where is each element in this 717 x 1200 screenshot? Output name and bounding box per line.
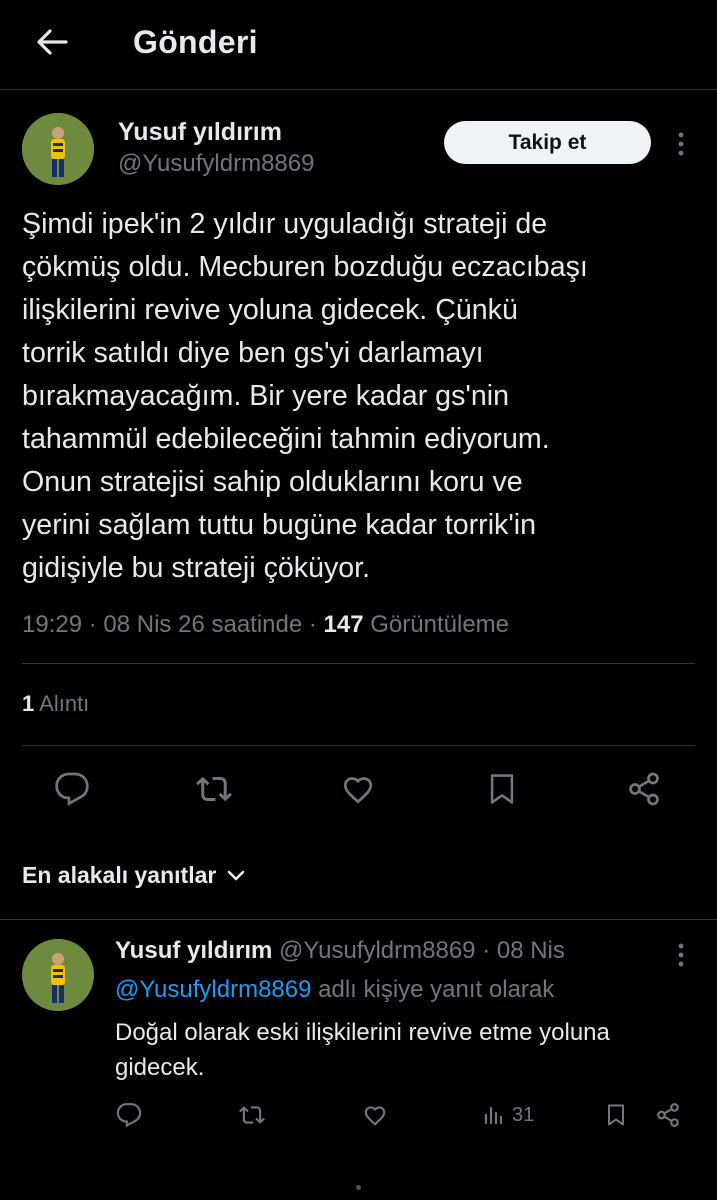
- retweet-icon: [196, 776, 232, 802]
- divider: [22, 663, 695, 664]
- reply-icon: [116, 1103, 142, 1128]
- reply-retweet-button[interactable]: [238, 1102, 266, 1128]
- scroll-indicator: [356, 1185, 361, 1190]
- divider: [0, 919, 717, 920]
- share-icon: [657, 1103, 679, 1127]
- more-vertical-icon: [678, 132, 684, 156]
- sort-label: En alakalı yanıtlar: [22, 862, 217, 888]
- like-button[interactable]: [336, 767, 380, 811]
- reply-more-options-button[interactable]: [666, 940, 696, 970]
- replies-sort-dropdown[interactable]: En alakalı yanıtlar: [22, 862, 246, 889]
- retweet-button[interactable]: [192, 767, 236, 811]
- quotes-label: Alıntı: [39, 691, 90, 716]
- views-count: 147: [323, 611, 364, 638]
- tweet-text: Şimdi ipek'in 2 yıldır uyguladığı strate…: [22, 208, 588, 584]
- author-name[interactable]: Yusuf yıldırım: [118, 118, 282, 147]
- reply-views-button[interactable]: 31: [482, 1103, 534, 1127]
- reply-bookmark-button[interactable]: [604, 1102, 628, 1128]
- reply-views-count: 31: [512, 1103, 535, 1126]
- like-icon: [343, 777, 373, 804]
- author-avatar[interactable]: [22, 113, 94, 185]
- bookmark-button[interactable]: [480, 767, 524, 811]
- reply-button[interactable]: [50, 767, 94, 811]
- meta-separator: ·: [88, 611, 104, 638]
- tweet-time[interactable]: 19:29: [22, 611, 82, 638]
- avatar-image: [22, 939, 94, 1011]
- like-icon: [364, 1106, 386, 1126]
- reply-share-button[interactable]: [655, 1102, 681, 1128]
- reply-like-button[interactable]: [361, 1102, 389, 1128]
- replying-to-mention[interactable]: @Yusufyldrm8869: [115, 976, 311, 1003]
- page-title: Gönderi: [133, 24, 258, 60]
- reply-date[interactable]: 08 Nis: [497, 937, 565, 964]
- reply-icon: [55, 772, 89, 806]
- analytics-icon: [484, 1106, 503, 1125]
- back-button[interactable]: [32, 22, 72, 62]
- divider: [22, 745, 695, 746]
- replying-to-suffix: adlı kişiye yanıt olarak: [318, 976, 555, 1003]
- tweet-meta: 19:29 · 08 Nis 26 saatinde · 147 Görüntü…: [22, 611, 509, 639]
- quotes-count: 1: [22, 691, 35, 716]
- arrow-left-icon: [37, 29, 68, 55]
- reply-author-avatar[interactable]: [22, 939, 94, 1011]
- reply-author-handle[interactable]: @Yusufyldrm8869: [279, 937, 475, 964]
- share-button[interactable]: [622, 767, 666, 811]
- reply-reply-button[interactable]: [116, 1102, 142, 1128]
- meta-separator: ·: [308, 611, 324, 638]
- chevron-down-icon: [228, 870, 245, 880]
- replying-to: @Yusufyldrm8869 adlı kişiye yanıt olarak: [115, 976, 554, 1004]
- retweet-icon: [239, 1106, 265, 1124]
- reply-author-name[interactable]: Yusuf yıldırım: [115, 937, 272, 964]
- top-bar: Gönderi: [0, 0, 717, 90]
- bookmark-icon: [608, 1104, 624, 1126]
- meta-separator: ·: [482, 937, 491, 964]
- share-icon: [629, 772, 659, 806]
- author-handle[interactable]: @Yusufyldrm8869: [118, 150, 314, 178]
- avatar-image: [22, 113, 94, 185]
- more-vertical-icon: [678, 943, 684, 967]
- quotes-link[interactable]: 1 Alıntı: [22, 691, 89, 717]
- follow-button[interactable]: Takip et: [444, 121, 651, 164]
- reply-header: Yusuf yıldırım @Yusufyldrm8869 · 08 Nis: [115, 937, 565, 965]
- tweet-date[interactable]: 08 Nis 26 saatinde: [103, 611, 302, 638]
- more-options-button[interactable]: [666, 129, 696, 159]
- views-label: Görüntüleme: [370, 611, 510, 638]
- reply-text: Doğal olarak eski ilişkilerini revive et…: [115, 1019, 610, 1081]
- bookmark-icon: [490, 774, 514, 804]
